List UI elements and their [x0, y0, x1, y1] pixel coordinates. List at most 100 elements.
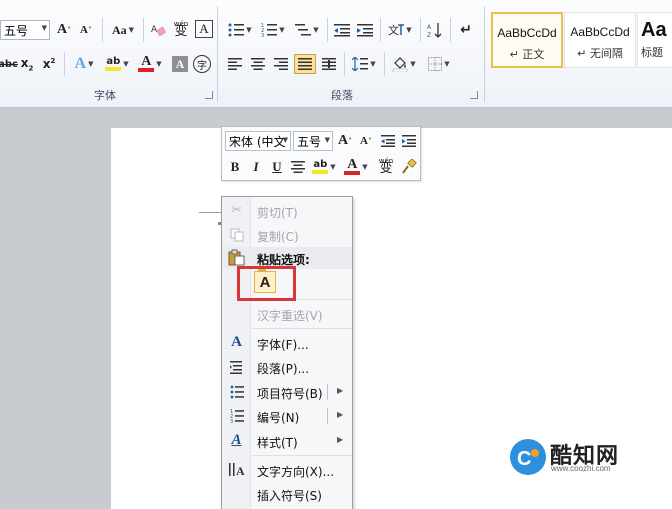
svg-text:文: 文 [388, 23, 399, 37]
mini-font-name-combo[interactable]: 宋体 (中文 ▼ [225, 131, 291, 151]
style-normal[interactable]: AaBbCcDd ↵ 正文 [491, 12, 563, 68]
submenu-divider [327, 384, 328, 400]
multilevel-list-button[interactable]: ▼ [292, 20, 322, 40]
menu-item-text-direction[interactable]: A 文字方向(X)... [222, 458, 352, 482]
mini-grow-font-button[interactable]: A ˄ [336, 131, 354, 151]
menu-item-font[interactable]: A 字体(F)... [222, 331, 352, 355]
menu-item-label: 汉字重选(V) [257, 309, 323, 323]
mini-shrink-font-button[interactable]: A ˅ [357, 131, 375, 151]
text-effect-button[interactable]: A ▼ [70, 54, 98, 74]
menu-item-paragraph[interactable]: 段落(P)... [222, 355, 352, 379]
mini-phonetic-guide-button[interactable]: wén 变 [375, 155, 397, 175]
align-left-button[interactable] [225, 54, 245, 74]
enclose-characters-button[interactable]: 字 [193, 55, 211, 73]
mini-format-painter-button[interactable] [399, 157, 419, 177]
highlight-icon: ab [312, 160, 329, 174]
borders-button[interactable]: ▼ [424, 54, 454, 74]
svg-text:3: 3 [261, 33, 264, 37]
character-border-button[interactable]: A [195, 20, 213, 38]
increase-indent-button[interactable] [355, 20, 375, 40]
distributed-button[interactable] [319, 54, 339, 74]
strikethrough-button[interactable]: abc [0, 54, 18, 74]
align-right-button[interactable] [271, 54, 291, 74]
separator [344, 52, 345, 76]
menu-separator [252, 328, 352, 329]
align-right-icon [274, 58, 288, 70]
clear-format-button[interactable]: A [148, 20, 168, 40]
chinese-layout-button[interactable]: 文 ▼ [385, 20, 415, 40]
font-group-label: 字体 [94, 89, 116, 102]
menu-item-cut[interactable]: ✂ 剪切(T) [222, 199, 352, 223]
separator [143, 18, 144, 42]
highlight-annotation-box [237, 266, 296, 301]
decrease-indent-icon [381, 135, 395, 147]
mini-center-button[interactable] [289, 157, 307, 177]
menu-item-numbering[interactable]: 123 编号(N) ▶ [222, 404, 352, 428]
show-marks-button[interactable]: ↵ [456, 20, 476, 40]
font-size-value: 五号 [4, 23, 29, 38]
grow-font-button[interactable]: A ˄ [55, 20, 73, 40]
bold-icon: B [230, 159, 240, 174]
font-dialog-launcher-icon[interactable] [205, 91, 213, 99]
font-color-icon: A [138, 55, 155, 72]
menu-item-styles[interactable]: A 样式(T) ▶ [222, 429, 352, 453]
submenu-arrow-icon: ▶ [337, 435, 344, 444]
superscript-button[interactable]: x2 [40, 54, 58, 74]
align-center-button[interactable] [248, 54, 268, 74]
bullets-icon [228, 23, 245, 37]
align-center-icon [291, 161, 305, 173]
sort-button[interactable]: AZ [425, 20, 445, 40]
distributed-icon [322, 58, 336, 70]
highlight-icon: ab [105, 57, 122, 71]
character-shading-button[interactable]: A [172, 56, 188, 72]
phonetic-guide-button[interactable]: wén 变 [170, 18, 192, 38]
svg-text:3: 3 [230, 419, 233, 423]
chinese-layout-icon: 文 [388, 23, 405, 37]
mini-decrease-indent-button[interactable] [379, 131, 397, 151]
chevron-down-icon: ▼ [282, 136, 288, 144]
numbering-icon: 123 [261, 23, 278, 37]
mini-highlight-button[interactable]: ab ▼ [310, 157, 338, 177]
paragraph-icon [228, 358, 245, 375]
menu-item-label: 编号(N) [257, 411, 300, 425]
font-color-button[interactable]: A ▼ [136, 54, 164, 74]
subscript-button[interactable]: x2 [18, 54, 36, 74]
change-case-button[interactable]: Aa ▼ [108, 20, 138, 40]
bullets-button[interactable]: ▼ [225, 20, 255, 40]
mini-font-color-button[interactable]: A ▼ [342, 157, 370, 177]
justify-button[interactable] [294, 54, 316, 74]
highlight-button[interactable]: ab ▼ [102, 54, 132, 74]
line-spacing-button[interactable]: ▼ [349, 54, 379, 74]
ribbon: 五号 ▼ A ˄ A ˅ Aa ▼ A wén 变 A abc x2 x2 A ▼ ab… [0, 0, 672, 108]
styles-icon: A [231, 432, 242, 448]
sort-icon: AZ [427, 23, 442, 38]
coozhi-logo-icon: C [510, 439, 546, 475]
menu-item-bullets[interactable]: 项目符号(B) ▶ [222, 380, 352, 404]
scissors-icon: ✂ [231, 203, 242, 218]
menu-item-label: 插入符号(S) [257, 489, 322, 503]
menu-item-copy[interactable]: 复制(C) [222, 223, 352, 247]
chevron-down-icon: ▼ [324, 136, 330, 144]
style-name: 标题 [641, 46, 663, 59]
style-no-spacing[interactable]: AaBbCcDd ↵ 无间隔 [564, 12, 636, 68]
shrink-font-button[interactable]: A ˅ [77, 20, 95, 40]
shading-button[interactable]: ▼ [389, 54, 419, 74]
borders-icon [428, 57, 443, 71]
mini-italic-button[interactable]: I [247, 157, 265, 177]
menu-item-insert-symbol[interactable]: 插入符号(S) [222, 482, 352, 506]
mini-underline-button[interactable]: U [268, 157, 286, 177]
style-heading[interactable]: Aa 标题 [637, 12, 672, 68]
underline-icon: U [272, 159, 282, 174]
paragraph-dialog-launcher-icon[interactable] [470, 91, 478, 99]
mini-bold-button[interactable]: B [226, 157, 244, 177]
copy-icon [228, 226, 245, 243]
numbering-button[interactable]: 1 2 3 ▼ [258, 20, 288, 40]
decrease-indent-button[interactable] [332, 20, 352, 40]
mini-font-size-combo[interactable]: 五号 ▼ [293, 131, 333, 151]
menu-item-label: 样式(T) [257, 436, 298, 450]
menu-item-reconvert[interactable]: 汉字重选(V) [222, 302, 352, 326]
mini-increase-indent-button[interactable] [400, 131, 418, 151]
font-size-combo[interactable]: 五号 ▼ [0, 20, 50, 40]
enclose-icon: 字 [197, 60, 207, 72]
strikethrough-icon: abc [0, 58, 18, 70]
